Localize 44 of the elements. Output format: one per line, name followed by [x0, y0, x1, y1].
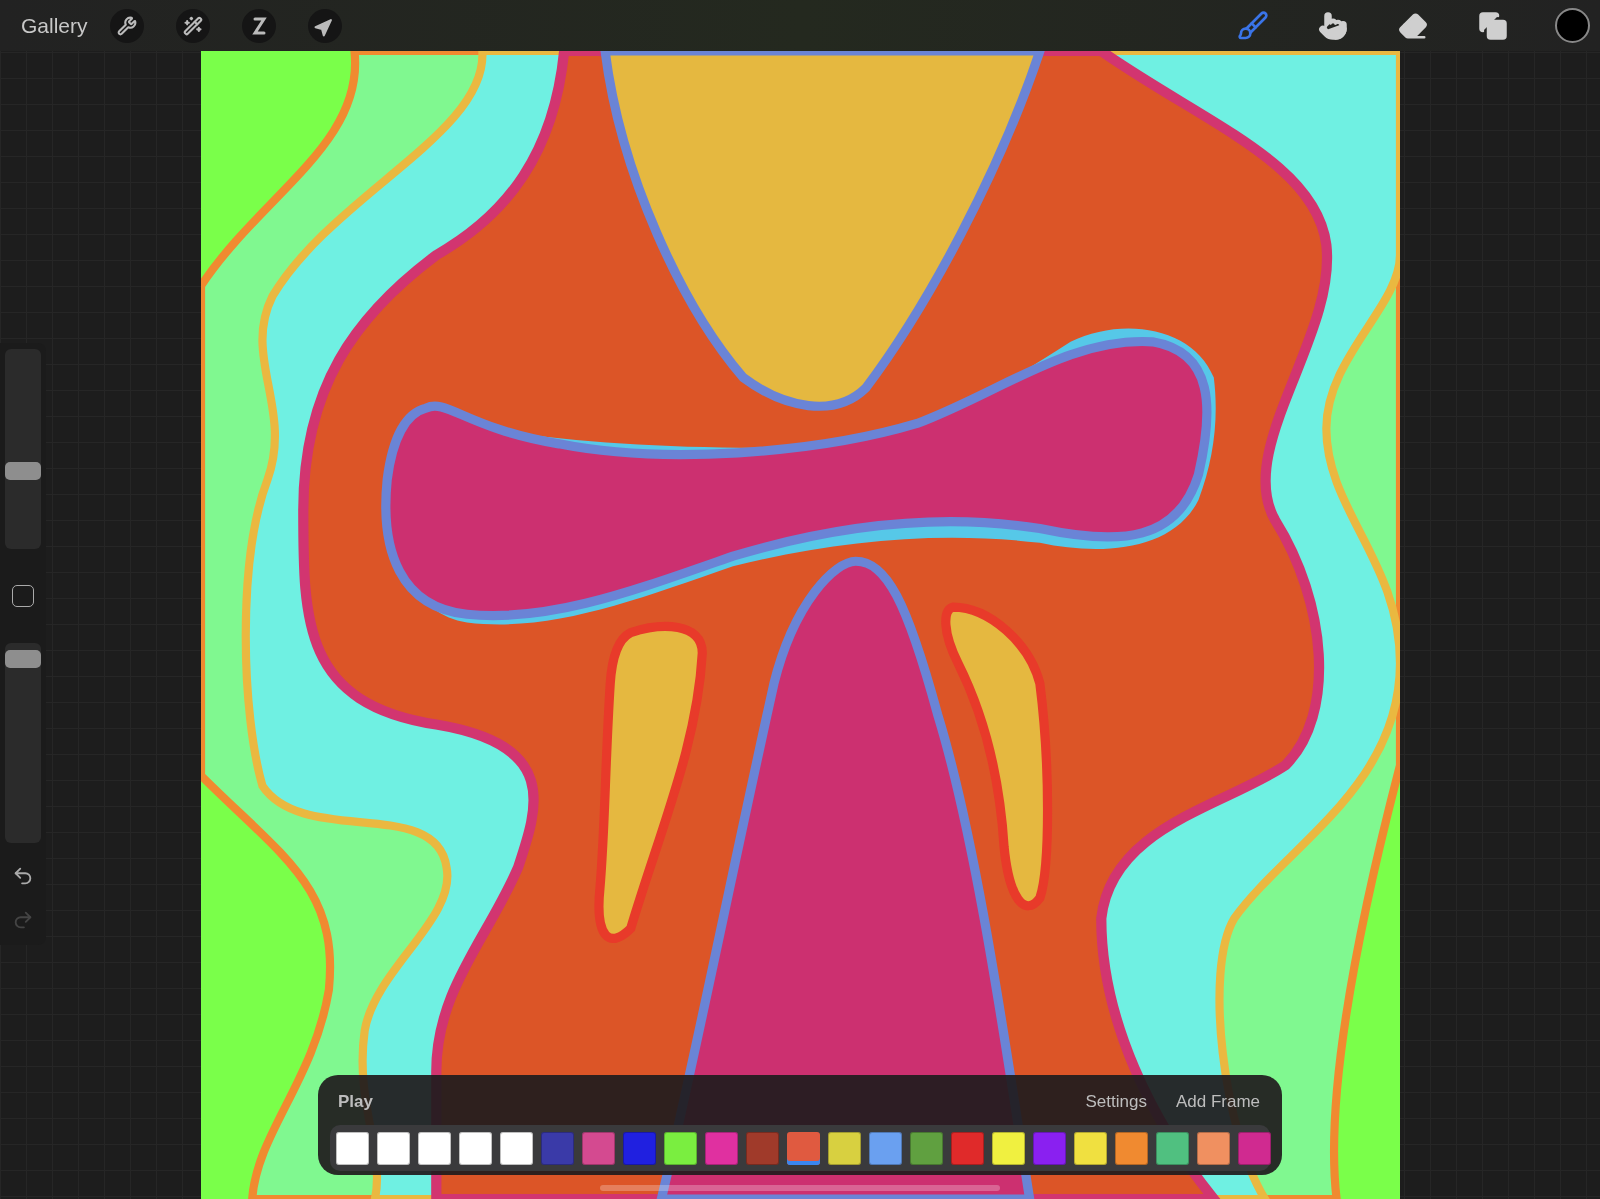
- eraser-icon: [1398, 10, 1428, 41]
- frame-thumbnail[interactable]: [1156, 1131, 1189, 1165]
- tool-button[interactable]: [109, 8, 144, 43]
- frame-thumbnail[interactable]: [746, 1131, 779, 1165]
- frame-thumbnail[interactable]: [992, 1131, 1025, 1165]
- frame-thumbnail[interactable]: [869, 1131, 902, 1165]
- frame-thumbnail[interactable]: [541, 1131, 574, 1165]
- tool-button[interactable]: [241, 8, 276, 43]
- frame-thumbnail[interactable]: [664, 1131, 697, 1165]
- frame-thumbnail[interactable]: [1074, 1131, 1107, 1165]
- frame-thumbnail[interactable]: [459, 1131, 492, 1165]
- frame-thumbnail[interactable]: [1115, 1131, 1148, 1165]
- wrench-icon: [116, 15, 137, 36]
- frame-thumbnail[interactable]: [500, 1131, 533, 1165]
- frame-thumbnail[interactable]: [828, 1131, 861, 1165]
- frame-thumbnail[interactable]: [377, 1131, 410, 1165]
- play-button[interactable]: Play: [338, 1092, 373, 1112]
- add-frame-button[interactable]: Add Frame: [1175, 1092, 1260, 1112]
- brush-icon: [1237, 9, 1269, 42]
- frame-thumbnail[interactable]: [910, 1131, 943, 1165]
- gallery-button[interactable]: Gallery: [21, 13, 88, 38]
- modify-button[interactable]: [12, 585, 34, 607]
- magic-wand-icon: [182, 15, 203, 36]
- brush-size-slider[interactable]: [5, 349, 41, 549]
- frame-thumbnail[interactable]: [951, 1131, 984, 1165]
- frame-thumbnail[interactable]: [582, 1131, 615, 1165]
- settings-button[interactable]: Settings: [1085, 1092, 1147, 1112]
- opacity-slider[interactable]: [5, 643, 41, 843]
- slider-thumb[interactable]: [5, 461, 41, 480]
- frame-thumbnail[interactable]: [623, 1131, 656, 1165]
- frame-thumbnail[interactable]: [787, 1131, 820, 1165]
- tool-button[interactable]: [175, 8, 210, 43]
- frame-thumbnail[interactable]: [336, 1131, 369, 1165]
- slider-thumb[interactable]: [5, 650, 41, 669]
- tool-button[interactable]: [307, 8, 342, 43]
- frame-thumbnail[interactable]: [1238, 1131, 1271, 1165]
- frame-thumbnail[interactable]: [705, 1131, 738, 1165]
- finger-icon: [1318, 10, 1348, 41]
- color-swatch[interactable]: [1555, 8, 1590, 43]
- undo-button[interactable]: [12, 865, 34, 887]
- frame-thumbnail[interactable]: [1197, 1131, 1230, 1165]
- layers-icon: [1478, 10, 1508, 41]
- frame-thumbnail[interactable]: [418, 1131, 451, 1165]
- frame-thumbnail[interactable]: [1033, 1131, 1066, 1165]
